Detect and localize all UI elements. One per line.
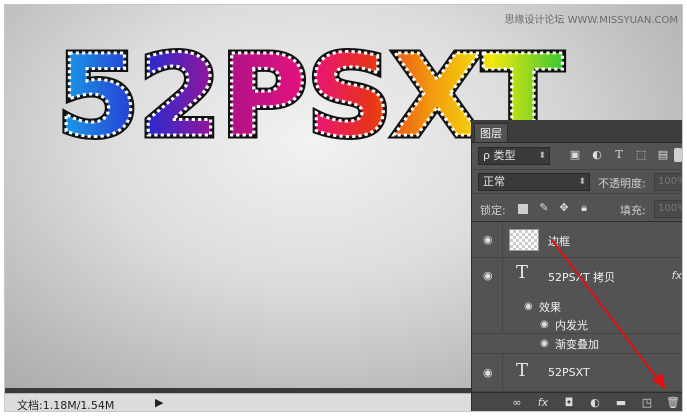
type-layer-icon: T [516, 262, 529, 283]
status-menu-arrow-icon[interactable]: ▶ [155, 396, 163, 409]
type-filter-icon[interactable]: T [612, 148, 626, 162]
eye-icon[interactable]: ◉ [483, 367, 497, 378]
layer-name: 52PSXT [548, 366, 590, 379]
panel-bottom-bar: ∞ fx ◘ ◐ ▬ ◳ 🗑︎ [472, 392, 682, 411]
lock-move-icon[interactable]: ✥ [558, 202, 570, 214]
layer-filter-select[interactable]: ρ 类型 ⬍ [478, 147, 550, 165]
opacity-label: 不透明度: [598, 177, 646, 190]
layer-row-52psxt-copy[interactable]: ◉ T 52PSXT 拷贝 fx ◉ 效果 ◉ 内发光 [472, 258, 682, 334]
watermark: 思缘设计论坛 WWW.MISSYUAN.COM [504, 15, 678, 26]
layer-row-52psxt[interactable]: ◉ T 52PSXT [472, 354, 682, 392]
fill-field[interactable]: 100% [654, 200, 682, 218]
effect-gradient-overlay: 渐变叠加 [555, 338, 599, 351]
new-layer-icon[interactable]: ◳ [640, 396, 654, 410]
divider [502, 258, 503, 333]
blend-mode-value: 正常 [483, 175, 505, 188]
lock-label: 锁定: [480, 204, 506, 217]
trash-icon[interactable]: 🗑︎ [666, 396, 680, 410]
layer-name: 边框 [548, 235, 570, 248]
adjustment-icon[interactable]: ◐ [588, 396, 602, 410]
effect-row-gradient-overlay[interactable]: ◉ 渐变叠加 [472, 334, 682, 354]
adjustment-filter-icon[interactable]: ◐ [590, 148, 604, 162]
filter-toggle-icon[interactable] [674, 148, 682, 162]
panel-tab-bar: 图层 [472, 120, 682, 143]
filter-select-value: ρ 类型 [483, 149, 516, 162]
fx-icon[interactable]: fx [536, 396, 550, 410]
eye-icon[interactable]: ◉ [483, 234, 497, 245]
eye-icon[interactable]: ◉ [540, 338, 549, 349]
divider [502, 354, 503, 391]
photoshop-window: 思缘设计论坛 WWW.MISSYUAN.COM 52PSXT 52PSXT 文档… [4, 4, 683, 412]
layer-row-border[interactable]: ◉ 边框 [472, 222, 682, 258]
image-filter-icon[interactable]: ▣ [568, 148, 582, 162]
lock-paint-brush-icon[interactable]: ✎ [538, 202, 550, 214]
effect-inner-glow[interactable]: 内发光 [555, 317, 588, 333]
effects-label: 效果 [539, 301, 561, 314]
blend-row: 正常 ⬍ 不透明度: 100% [472, 170, 682, 194]
folder-icon[interactable]: ▬ [614, 396, 628, 410]
divider [502, 222, 503, 257]
type-layer-icon: T [516, 360, 529, 381]
shape-filter-icon[interactable]: ⬚ [634, 148, 648, 162]
chevron-updown-icon: ⬍ [578, 177, 586, 187]
smart-object-filter-icon[interactable]: ▤ [656, 148, 670, 162]
eye-icon[interactable]: ◉ [483, 270, 497, 281]
eye-icon[interactable]: ◉ [524, 301, 533, 312]
chevron-updown-icon: ⬍ [538, 151, 546, 161]
fill-label: 填充: [620, 204, 646, 217]
mask-icon[interactable]: ◘ [562, 396, 576, 410]
fx-badge[interactable]: fx [672, 269, 682, 282]
blend-mode-select[interactable]: 正常 ⬍ [478, 173, 590, 191]
layer-name: 52PSXT 拷贝 [548, 271, 616, 284]
lock-all-icon[interactable]: 🔒︎ [578, 202, 590, 214]
lock-row: 锁定: ✎ ✥ 🔒︎ 填充: 100% [472, 194, 682, 222]
lock-transparent-icon[interactable] [518, 204, 528, 214]
layer-thumbnail [509, 229, 539, 251]
layer-list: ◉ 边框 ◉ T 52PSXT 拷贝 fx ◉ 效果 ◉ 内发光 ◉ 渐变叠加 [472, 222, 682, 392]
layers-panel: 图层 ρ 类型 ⬍ ▣ ◐ T ⬚ ▤ 正常 ⬍ 不透明度: 100% 锁定: [471, 120, 682, 411]
link-icon[interactable]: ∞ [510, 396, 524, 410]
document-size: 文档:1.18M/1.54M [17, 399, 115, 412]
tab-layers[interactable]: 图层 [474, 123, 508, 142]
eye-icon[interactable]: ◉ [540, 319, 549, 330]
filter-row: ρ 类型 ⬍ ▣ ◐ T ⬚ ▤ [472, 142, 682, 170]
opacity-field[interactable]: 100% [654, 173, 682, 191]
